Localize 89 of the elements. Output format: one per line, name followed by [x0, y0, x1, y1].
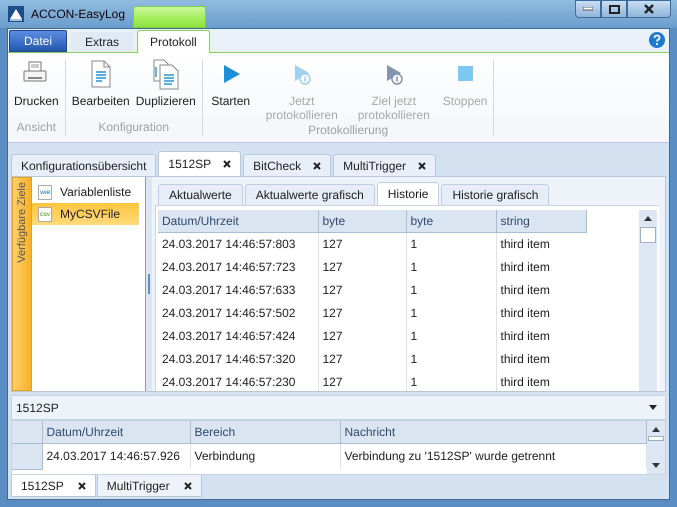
tab-label: MultiTrigger [106, 478, 170, 494]
document-tab[interactable]: MultiTrigger [333, 154, 436, 176]
group-label: Konfiguration [98, 119, 170, 136]
table-cell: 24.03.2017 14:46:57:633 [158, 278, 318, 301]
column-header[interactable]: Datum/Uhrzeit [158, 210, 318, 232]
table-cell: third item [496, 255, 586, 278]
window-title: ACCON-EasyLog [31, 6, 126, 23]
view-tab[interactable]: Historie [376, 182, 440, 205]
scroll-up-icon[interactable] [652, 427, 660, 432]
table-cell: 127 [318, 370, 406, 391]
table-cell: Verbindung [190, 443, 340, 469]
view-tab[interactable]: Aktualwerte grafisch [244, 184, 375, 205]
table-cell: 1 [406, 255, 496, 278]
group-label: Protokollierung [308, 122, 388, 139]
maximize-icon [608, 4, 620, 14]
ribbon-button[interactable]: Drucken [11, 59, 62, 108]
column-header[interactable]: Nachricht [340, 421, 646, 443]
ribbon-tab[interactable]: Protokoll [137, 30, 210, 53]
close-icon[interactable] [418, 162, 426, 170]
column-header[interactable]: byte [406, 210, 496, 232]
tab-label: BitCheck [253, 158, 302, 174]
close-icon[interactable] [78, 482, 86, 490]
table-cell: 1 [406, 370, 496, 391]
column-header[interactable]: Datum/Uhrzeit [42, 421, 190, 443]
minimize-icon [583, 7, 593, 11]
table-cell: 24.03.2017 14:46:57:502 [158, 301, 318, 324]
table-cell: 127 [318, 324, 406, 347]
document-tab[interactable]: Konfigurationsübersicht [11, 154, 156, 176]
bottom-tab[interactable]: MultiTrigger [96, 475, 202, 497]
view-tab[interactable]: Historie grafisch [441, 184, 550, 205]
tab-label: Konfigurationsübersicht [21, 158, 146, 174]
minimize-button[interactable] [575, 0, 601, 18]
ribbon-button[interactable]: Bearbeiten [68, 59, 133, 108]
close-icon[interactable] [184, 482, 192, 490]
document-tab[interactable]: 1512SP [158, 151, 242, 176]
group-label: Ansicht [16, 119, 56, 136]
table-cell: 24.03.2017 14:46:57.926 [42, 443, 190, 469]
column-header[interactable]: string [496, 210, 586, 232]
table-cell: 24.03.2017 14:46:57:230 [158, 370, 318, 391]
item-label: Variablenliste [60, 184, 132, 201]
scroll-up-icon[interactable] [644, 216, 652, 221]
sidebar-title: Verfügbare Ziele [14, 182, 29, 263]
ribbon-button[interactable]: Duplizieren [132, 59, 199, 108]
close-icon[interactable] [313, 162, 322, 170]
table-cell: 1 [406, 232, 496, 255]
scrollbar-thumb[interactable] [640, 227, 656, 243]
table-cell: 127 [318, 232, 406, 255]
document-tab[interactable]: BitCheck [243, 154, 332, 176]
table-cell: third item [496, 232, 586, 255]
close-icon[interactable] [223, 160, 232, 168]
documents-icon [150, 59, 181, 91]
table-cell: 24.03.2017 14:46:57:803 [158, 232, 318, 255]
tab-label: MultiTrigger [343, 158, 406, 174]
source-dropdown[interactable]: 1512SP [11, 395, 666, 420]
table-cell: 127 [318, 255, 406, 278]
ribbon-tab[interactable]: Extras [71, 32, 134, 52]
table-cell: 1 [406, 301, 496, 324]
column-header[interactable]: Bereich [190, 421, 340, 443]
table-cell: 127 [318, 301, 406, 324]
table-cell: 1 [406, 324, 496, 347]
close-button[interactable] [627, 0, 671, 18]
table-cell: third item [496, 370, 586, 391]
table-cell: 24.03.2017 14:46:57:723 [158, 255, 318, 278]
help-icon[interactable] [649, 32, 665, 48]
tab-label: 1512SP [21, 478, 64, 494]
ribbon-button[interactable]: Starten [206, 59, 256, 108]
table-cell: 24.03.2017 14:46:57:320 [158, 347, 318, 370]
close-icon [643, 4, 655, 14]
app-logo-icon [7, 5, 25, 23]
table-cell: 1 [406, 278, 496, 301]
bottom-tab[interactable]: 1512SP [11, 475, 96, 497]
maximize-button[interactable] [601, 0, 627, 18]
table-cell: third item [496, 301, 586, 324]
table-cell: third item [496, 347, 586, 370]
tab-label: 1512SP [168, 156, 212, 173]
column-header[interactable]: byte [318, 210, 406, 232]
scroll-down-icon[interactable] [652, 463, 660, 468]
splitter-handle[interactable] [148, 274, 150, 294]
table-cell: third item [496, 278, 586, 301]
view-tab[interactable]: Aktualwerte [158, 184, 243, 205]
table-cell: 127 [318, 347, 406, 370]
table-cell: 1 [406, 347, 496, 370]
table-cell: 127 [318, 278, 406, 301]
dropdown-arrow-icon [649, 405, 657, 410]
table-cell: 24.03.2017 14:46:57:424 [158, 324, 318, 347]
scrollbar-thumb[interactable] [648, 436, 664, 441]
ribbon-tab[interactable]: Datei [9, 30, 68, 52]
item-label: MyCSVFile [60, 206, 120, 223]
table-cell: third item [496, 324, 586, 347]
